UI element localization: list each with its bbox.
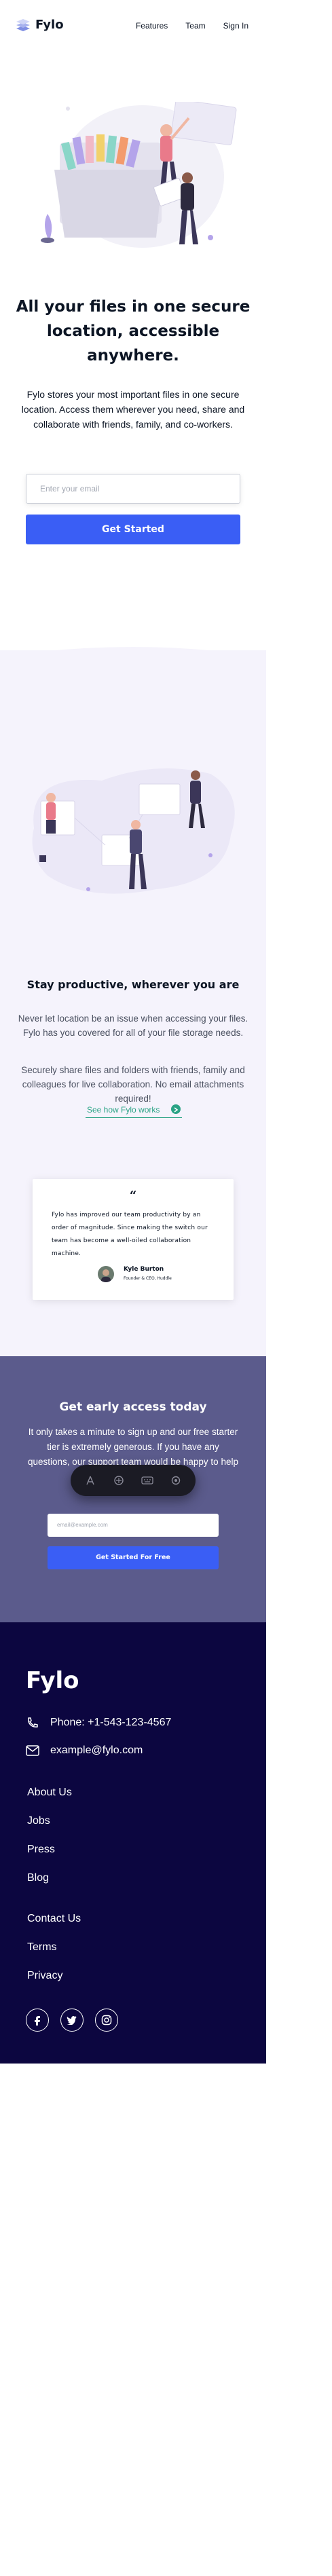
see-how-underline [86, 1117, 182, 1118]
hero-illustration [41, 102, 237, 248]
nav-features[interactable]: Features [136, 21, 168, 31]
hero-email-input[interactable]: Enter your email [26, 474, 240, 504]
productive-title: Stay productive, wherever you are [26, 978, 240, 991]
logo-icon [16, 18, 30, 31]
testimonial-text: Fylo has improved our team productivity … [52, 1212, 208, 1257]
arrow-right-icon[interactable] [171, 1104, 181, 1114]
footer-link-terms[interactable]: Terms [27, 1941, 57, 1954]
logo-text: Fylo [35, 18, 64, 32]
testimonial-card: “ Fylo has improved our team productivit… [33, 1179, 234, 1300]
quote-icon: “ [129, 1189, 137, 1203]
footer-link-blog[interactable]: Blog [27, 1872, 49, 1884]
get-started-button[interactable]: Get Started [26, 515, 240, 544]
keyboard-icon[interactable] [140, 1473, 155, 1488]
early-access-title: Get early access today [59, 1400, 207, 1414]
footer-email: example@fylo.com [26, 1744, 143, 1757]
settings-icon[interactable] [168, 1473, 183, 1488]
hero-description: Fylo stores your most important files in… [21, 389, 245, 430]
logo[interactable]: Fylo [15, 18, 64, 32]
footer-link-about[interactable]: About Us [27, 1787, 72, 1799]
facebook-icon[interactable] [26, 2009, 49, 2032]
testimonial-role: Founder & CEO, Huddle [124, 1276, 172, 1281]
site-header: Fylo Features Team Sign In [0, 0, 266, 54]
avatar [98, 1266, 114, 1282]
phone-icon [28, 1717, 38, 1728]
twitter-icon[interactable] [60, 2009, 84, 2032]
productive-illustration [32, 768, 235, 894]
get-started-free-button[interactable]: Get Started For Free [48, 1546, 219, 1569]
productive-paragraph-1: Never let location be an issue when acce… [18, 1013, 248, 1038]
footer-logo: Fylo [26, 1667, 79, 1694]
nav-sign-in[interactable]: Sign In [223, 21, 248, 31]
productive-paragraph-2: Securely share files and folders with fr… [21, 1065, 245, 1104]
footer-phone: Phone: +1-543-123-4567 [26, 1716, 171, 1730]
phone-text: Phone: +1-543-123-4567 [50, 1717, 172, 1728]
email-icon [26, 1745, 39, 1756]
footer-link-privacy[interactable]: Privacy [27, 1970, 62, 1982]
hero-title: All your files in one secure location, a… [16, 298, 251, 365]
floating-toolbar [71, 1465, 196, 1496]
footer-link-contact[interactable]: Contact Us [27, 1913, 81, 1925]
see-how-link[interactable]: See how Fylo works [87, 1105, 160, 1115]
accessibility-icon[interactable] [83, 1473, 98, 1488]
email-text[interactable]: example@fylo.com [50, 1744, 143, 1757]
cursor-icon[interactable] [111, 1473, 126, 1488]
testimonial-name: Kyle Burton [124, 1266, 164, 1273]
main-nav: Features Team Sign In [136, 21, 248, 31]
footer-link-press[interactable]: Press [27, 1844, 55, 1856]
early-email-input[interactable]: email@example.com [48, 1514, 219, 1537]
instagram-icon[interactable] [95, 2009, 118, 2032]
nav-team[interactable]: Team [185, 21, 205, 31]
footer-link-jobs[interactable]: Jobs [27, 1815, 50, 1827]
